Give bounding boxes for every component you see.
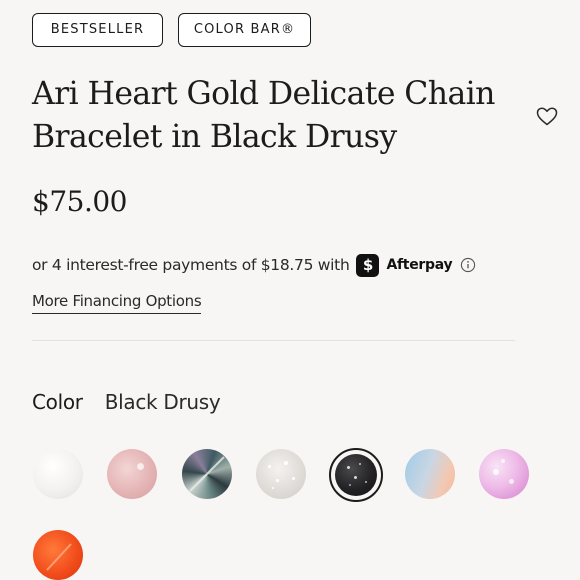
section-divider — [32, 340, 515, 341]
color-label: Color — [32, 390, 83, 414]
swatch-clear-glitter[interactable] — [256, 449, 306, 499]
swatch-abalone[interactable] — [182, 449, 232, 499]
color-selection-row: Color Black Drusy — [32, 388, 221, 416]
afterpay-badge-icon: $ — [356, 253, 380, 277]
swatch-black-drusy-fill — [335, 454, 377, 496]
swatch-pastel-blue-peach[interactable] — [405, 449, 455, 499]
product-price: $75.00 — [32, 185, 127, 218]
swatch-orange[interactable] — [33, 530, 83, 580]
more-financing-options-link[interactable]: More Financing Options — [32, 291, 202, 314]
swatch-pink-opal[interactable] — [479, 449, 529, 499]
bestseller-badge[interactable]: BESTSELLER — [32, 13, 163, 47]
installments-row: or 4 interest-free payments of $18.75 wi… — [32, 252, 476, 278]
swatch-pink[interactable] — [107, 449, 157, 499]
afterpay-logo: $ Afterpay — [356, 253, 453, 277]
wishlist-button[interactable] — [535, 104, 559, 128]
info-icon[interactable] — [460, 257, 476, 273]
heart-icon — [536, 107, 558, 126]
afterpay-wordmark: Afterpay — [386, 257, 453, 273]
selected-color-name: Black Drusy — [104, 390, 221, 414]
installments-text: or 4 interest-free payments of $18.75 wi… — [32, 256, 350, 274]
color-bar-badge[interactable]: COLOR BAR® — [178, 13, 311, 47]
swatch-white[interactable] — [33, 449, 83, 499]
product-title: Ari Heart Gold Delicate Chain Bracelet i… — [32, 73, 522, 159]
product-title-line-1: Ari Heart Gold Delicate Chain — [32, 76, 495, 112]
swatch-black-drusy-selected[interactable] — [329, 448, 383, 502]
product-title-line-2: Bracelet in Black Drusy — [32, 119, 397, 155]
